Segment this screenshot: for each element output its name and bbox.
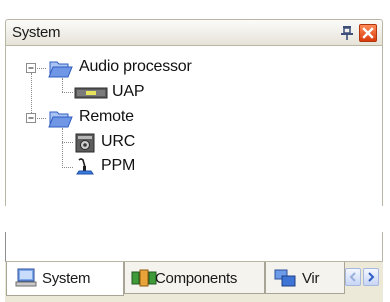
chevron-right-icon bbox=[368, 272, 375, 282]
components-icon bbox=[131, 269, 157, 292]
panel-title: System bbox=[12, 24, 61, 41]
chevron-left-icon bbox=[349, 272, 356, 282]
system-tree: Audio processor UAP Remote URC PPM bbox=[5, 46, 383, 206]
tab-scroll-right-button[interactable] bbox=[363, 268, 379, 286]
tab-label: System bbox=[42, 270, 91, 287]
tab-virtual[interactable]: Vir bbox=[265, 262, 345, 294]
tree-item-label: Remote bbox=[79, 108, 134, 125]
remote-control-device-icon bbox=[75, 133, 95, 158]
panel-header: System bbox=[5, 19, 383, 46]
tree-item-uap[interactable]: UAP bbox=[6, 82, 256, 104]
tab-label: Components bbox=[155, 270, 238, 287]
collapse-toggle[interactable] bbox=[26, 63, 36, 73]
collapse-toggle[interactable] bbox=[26, 113, 36, 123]
close-icon[interactable] bbox=[359, 24, 377, 42]
tab-system[interactable]: System bbox=[6, 262, 124, 296]
tab-scroll-left-button[interactable] bbox=[345, 268, 361, 286]
tab-label: Vir bbox=[302, 270, 320, 287]
tree-item-label: UAP bbox=[112, 83, 145, 100]
tree-item-remote[interactable]: Remote bbox=[6, 107, 256, 129]
computer-icon bbox=[15, 268, 37, 293]
panel-body-empty bbox=[5, 232, 383, 262]
audio-processor-device-icon bbox=[74, 85, 108, 106]
tree-item-urc[interactable]: URC bbox=[6, 132, 256, 154]
tab-strip: System Components Vir bbox=[5, 262, 383, 302]
microphone-device-icon bbox=[75, 157, 95, 182]
tree-item-ppm[interactable]: PPM bbox=[6, 156, 256, 178]
tree-item-label: Audio processor bbox=[79, 58, 192, 75]
pin-icon[interactable] bbox=[339, 24, 355, 41]
tab-components[interactable]: Components bbox=[124, 262, 265, 294]
virtual-devices-icon bbox=[274, 269, 296, 292]
folder-open-icon bbox=[48, 107, 74, 134]
tree-item-label: URC bbox=[101, 133, 136, 150]
folder-open-icon bbox=[48, 57, 74, 84]
tree-item-label: PPM bbox=[101, 157, 136, 174]
tree-item-audio-processor[interactable]: Audio processor bbox=[6, 57, 256, 79]
